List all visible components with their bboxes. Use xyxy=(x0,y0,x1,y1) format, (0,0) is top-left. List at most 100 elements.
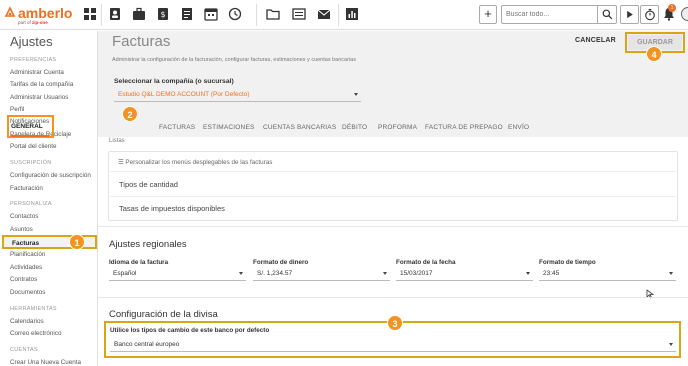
step-marker-4: 4 xyxy=(646,46,662,62)
stopwatch-icon xyxy=(645,8,655,21)
billing-icon[interactable]: $ xyxy=(156,7,170,21)
sidebar-item-config-suscripcion[interactable]: Configuración de suscripción xyxy=(10,172,91,179)
time-format-select[interactable]: 23:45 xyxy=(539,268,676,281)
sidebar-heading-suscripcion: SUSCRIPCIÓN xyxy=(10,160,52,166)
amberlo-logo-icon xyxy=(4,6,16,17)
lists-card: ☰ Personalizar los menús desplegables de… xyxy=(108,151,678,221)
chevron-down-icon xyxy=(354,93,358,96)
chevron-down-icon xyxy=(669,343,673,346)
tab-factura-prepago[interactable]: FACTURA DE PREPAGO xyxy=(425,124,503,131)
timer-button[interactable] xyxy=(640,5,659,24)
brand-tagline: part of zip-one xyxy=(18,20,48,25)
user-avatar[interactable] xyxy=(681,7,688,21)
reports-icon[interactable] xyxy=(345,7,359,21)
page-subtitle: Administrar la configuración de la factu… xyxy=(112,57,356,63)
sidebar-title: Ajustes xyxy=(10,34,53,49)
customize-dropdowns-link[interactable]: ☰ Personalizar los menús desplegables de… xyxy=(118,159,272,166)
notification-count-badge: 1 xyxy=(668,4,676,12)
select-value: 23:45 xyxy=(543,270,560,277)
cases-icon[interactable] xyxy=(132,7,146,21)
toolbar-divider xyxy=(101,4,102,26)
page-header: Facturas Administrar la configuración de… xyxy=(98,31,688,69)
sidebar-item-actividades[interactable]: Actividades xyxy=(10,264,42,271)
invoice-language-label: Idioma de la factura xyxy=(109,259,169,266)
sidebar-item-correo[interactable]: Correo electrónico xyxy=(10,330,61,337)
play-button[interactable] xyxy=(620,5,639,24)
page-title: Facturas xyxy=(112,33,171,50)
brand-name: amberlo xyxy=(18,5,73,21)
tab-proforma[interactable]: PROFORMA xyxy=(378,124,417,131)
documents-icon[interactable] xyxy=(292,7,306,21)
lists-heading: Listas xyxy=(109,138,125,144)
active-tab-indicator xyxy=(11,135,49,137)
contacts-icon[interactable] xyxy=(108,7,122,21)
search-input[interactable] xyxy=(502,6,597,23)
select-value: 15/03/2017 xyxy=(400,270,433,277)
invoice-language-select[interactable]: Español xyxy=(109,268,246,281)
sidebar-item-tarifas[interactable]: Tarifas de la compañía xyxy=(10,81,73,88)
sidebar-item-asuntos[interactable]: Asuntos xyxy=(10,226,33,233)
sidebar-item-contactos[interactable]: Contactos xyxy=(10,213,38,220)
company-label: Seleccionar la compañía (o sucursal) xyxy=(114,78,234,85)
money-format-label: Formato de dinero xyxy=(253,259,309,266)
company-select[interactable]: Estudio Q&L DEMO ACCOUNT (Por Defecto) xyxy=(114,89,361,102)
money-format-select[interactable]: S/. 1,234.57 xyxy=(253,268,390,281)
list-item-tasas-impuestos[interactable]: Tasas de impuestos disponibles xyxy=(119,204,225,213)
step-marker-3: 3 xyxy=(387,315,403,331)
calendar-icon[interactable] xyxy=(204,7,218,21)
company-select-value: Estudio Q&L DEMO ACCOUNT (Por Defecto) xyxy=(118,91,250,98)
time-format-label: Formato de tiempo xyxy=(539,259,596,266)
list-item-tipos-cantidad[interactable]: Tipos de cantidad xyxy=(119,180,178,189)
sidebar-item-portal-cliente[interactable]: Portal del cliente xyxy=(10,143,57,150)
chevron-down-icon xyxy=(239,272,243,275)
sidebar-item-label: Facturas xyxy=(12,240,40,247)
sidebar-item-administrar-cuenta[interactable]: Administrar Cuenta xyxy=(10,69,64,76)
dashboard-icon[interactable] xyxy=(83,7,97,21)
play-icon xyxy=(627,10,633,19)
sidebar-item-contratos[interactable]: Contratos xyxy=(10,276,37,283)
tab-cuentas-bancarias[interactable]: CUENTAS BANCARIAS xyxy=(263,124,336,131)
top-bar: amberlo part of zip-one $ + 1 xyxy=(0,0,688,30)
settings-sidebar: Ajustes PREFERENCIAS Administrar Cuenta … xyxy=(0,31,98,366)
add-new-button[interactable]: + xyxy=(479,5,497,24)
divider xyxy=(98,297,688,298)
sidebar-heading-preferencias: PREFERENCIAS xyxy=(10,57,57,63)
time-icon[interactable] xyxy=(228,7,242,21)
chevron-down-icon xyxy=(526,272,530,275)
date-format-select[interactable]: 15/03/2017 xyxy=(396,268,533,281)
tab-general[interactable]: GENERAL xyxy=(11,123,43,130)
sidebar-heading-personaliza: PERSONALIZA xyxy=(10,201,52,207)
chevron-down-icon xyxy=(383,272,387,275)
tab-debito[interactable]: DÉBITO xyxy=(342,124,367,131)
list-icon: ☰ xyxy=(118,159,124,166)
folder-icon[interactable] xyxy=(266,7,280,21)
tab-estimaciones[interactable]: ESTIMACIONES xyxy=(203,124,255,131)
date-format-label: Formato de la fecha xyxy=(396,259,456,266)
select-value: Español xyxy=(113,270,137,277)
sidebar-item-calendarios[interactable]: Calendarios xyxy=(10,318,44,325)
tab-facturas[interactable]: FACTURAS xyxy=(159,124,195,131)
global-search[interactable] xyxy=(501,5,617,24)
chevron-down-icon xyxy=(669,272,673,275)
sidebar-item-facturacion[interactable]: Facturación xyxy=(10,185,43,192)
exchange-bank-select[interactable]: Banco central europeo xyxy=(110,339,676,352)
svg-text:$: $ xyxy=(160,10,165,19)
search-button[interactable] xyxy=(597,6,616,23)
step-marker-2: 2 xyxy=(122,106,138,122)
sidebar-item-administrar-usuarios[interactable]: Administrar Usuarios xyxy=(10,94,68,101)
toolbar-divider xyxy=(256,4,257,26)
search-icon xyxy=(602,9,613,20)
tab-envio[interactable]: ENVÍO xyxy=(508,124,529,131)
sidebar-item-planificacion[interactable]: Planificación xyxy=(10,251,45,258)
regional-title: Ajustes regionales xyxy=(109,239,187,250)
select-value: S/. 1,234.57 xyxy=(257,270,293,277)
amberlo-logo[interactable]: amberlo part of zip-one xyxy=(4,5,76,27)
divider xyxy=(110,196,678,197)
cancel-button[interactable]: CANCELAR xyxy=(575,37,616,44)
sidebar-item-perfil[interactable]: Perfil xyxy=(10,106,24,113)
sidebar-item-crear-cuenta[interactable]: Crear Una Nueva Cuenta xyxy=(10,359,81,366)
mail-icon[interactable] xyxy=(317,7,331,21)
sidebar-item-documentos[interactable]: Documentos xyxy=(10,289,45,296)
invoice-icon[interactable] xyxy=(180,7,194,21)
sidebar-heading-herramientas: HERRAMIENTAS xyxy=(10,306,57,312)
